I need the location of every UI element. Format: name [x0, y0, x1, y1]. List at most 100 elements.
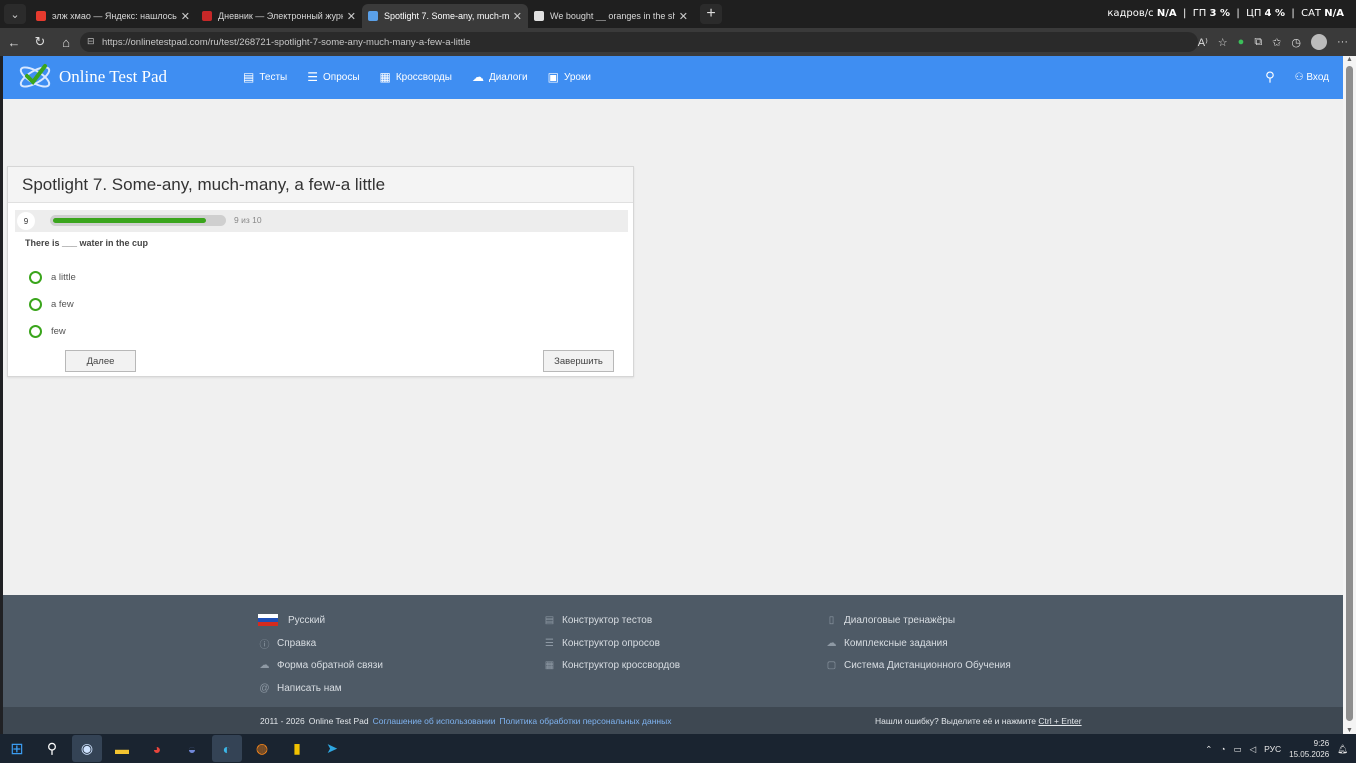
menu-item-crosswords[interactable]: ▦ Кроссворды: [380, 70, 452, 84]
user-icon: ⚇: [1294, 71, 1304, 83]
vpn-lock-icon[interactable]: ▮: [282, 735, 312, 762]
notifications-icon[interactable]: 🔔︎: [1337, 744, 1348, 755]
radio-button[interactable]: [29, 325, 42, 338]
close-icon[interactable]: ✕: [347, 10, 356, 23]
close-icon[interactable]: ✕: [181, 10, 190, 23]
footer-link-survey-builder[interactable]: ☰ Конструктор опросов: [543, 632, 680, 655]
extension-icon[interactable]: ●: [1238, 36, 1245, 48]
footer-link-lms[interactable]: ▢ Система Дистанционного Обучения: [825, 654, 1011, 677]
gpu-label: ГП: [1192, 8, 1207, 19]
browser-tab-active[interactable]: Spotlight 7. Some-any, much-man ✕: [362, 4, 528, 28]
close-icon[interactable]: ✕: [679, 10, 688, 23]
menu-label: Диалоги: [488, 71, 528, 83]
finish-button[interactable]: Завершить: [543, 350, 614, 372]
survey-icon: ☰: [307, 70, 318, 84]
search-icon[interactable]: ⚲: [1265, 69, 1275, 85]
browser-tab[interactable]: Дневник — Электронный журнал ✕: [196, 4, 362, 28]
clock-time: 9:26: [1313, 739, 1330, 748]
cpu-label: ЦП: [1246, 8, 1262, 19]
copyright-years: 2011 - 2026: [260, 716, 305, 726]
footer-link-trainers[interactable]: ▯ Диалоговые тренажёры: [825, 609, 1011, 632]
browser-actions: A⁾ ☆ ● ⧉ ✩ ◷ ···: [1198, 32, 1348, 52]
edge-icon[interactable]: ◐: [212, 735, 242, 762]
scroll-up-icon[interactable]: ▲: [1346, 56, 1353, 63]
page-scrollbar[interactable]: ▲ ▼: [1343, 56, 1356, 734]
footer-label: Диалоговые тренажёры: [844, 614, 956, 626]
browser-tab[interactable]: элж хмао — Яндекс: нашлось 34 ✕: [30, 4, 196, 28]
login-link[interactable]: ⚇ Вход: [1295, 72, 1329, 83]
menu-item-surveys[interactable]: ☰ Опросы: [307, 70, 359, 84]
footer-label: Форма обратной связи: [277, 660, 383, 672]
read-aloud-icon[interactable]: A⁾: [1198, 36, 1208, 49]
footer-link-language[interactable]: Русский: [258, 609, 383, 632]
scroll-down-icon[interactable]: ▼: [1346, 727, 1353, 734]
discord-icon[interactable]: ◒: [177, 735, 207, 762]
footer-column-1: Русский ⓘ Справка ☁ Форма обратной связи…: [258, 609, 383, 700]
new-tab-button[interactable]: +: [700, 4, 722, 24]
test-card: Spotlight 7. Some-any, much-many, a few-…: [7, 166, 634, 377]
browser-toolbar: ← ↻ ⌂ ⊟ https://onlinetestpad.com/ru/tes…: [0, 28, 1356, 56]
monitor-icon[interactable]: ▭: [1234, 744, 1242, 755]
language-indicator[interactable]: РУС: [1264, 744, 1281, 754]
radio-button[interactable]: [29, 298, 42, 311]
answer-option[interactable]: a few: [29, 291, 76, 318]
menu-item-tests[interactable]: ▤ Тесты: [243, 70, 287, 84]
onlinetestpad-favicon-icon: [368, 11, 378, 21]
answer-list: a little a few few: [29, 264, 76, 345]
history-icon[interactable]: ◷: [1291, 36, 1301, 49]
footer-label: Написать нам: [277, 682, 342, 694]
close-icon[interactable]: ✕: [513, 10, 522, 23]
back-icon[interactable]: ←: [2, 30, 26, 54]
windows-start-icon[interactable]: ⊞: [2, 735, 32, 762]
site-info-icon[interactable]: ⊟: [87, 36, 95, 47]
shortcut-text: Ctrl + Enter: [1038, 716, 1082, 726]
profile-avatar[interactable]: [1311, 34, 1327, 50]
answer-option[interactable]: few: [29, 318, 76, 345]
footer-link-complex-tasks[interactable]: ☁ Комплексные задания: [825, 632, 1011, 655]
page-favicon-icon: [534, 11, 544, 21]
survey-icon: ☰: [545, 637, 554, 649]
page-viewport: Online Test Pad ▤ Тесты ☰ Опросы ▦ Кросс…: [3, 56, 1343, 734]
menu-item-dialogs[interactable]: ☁ Диалоги: [472, 70, 528, 84]
extensions-puzzle-icon[interactable]: ⧉: [1254, 36, 1262, 49]
footer-column-2: ▤ Конструктор тестов ☰ Конструктор опрос…: [543, 609, 680, 677]
home-icon[interactable]: ⌂: [54, 30, 78, 54]
file-explorer-icon[interactable]: ▬: [107, 735, 137, 762]
footer-link-crossword-builder[interactable]: ▦ Конструктор кроссвордов: [543, 654, 680, 677]
chevron-down-icon[interactable]: ⌄: [4, 4, 26, 24]
tab-title: Spotlight 7. Some-any, much-man: [384, 11, 509, 21]
chrome-icon[interactable]: ◕: [142, 735, 172, 762]
volume-icon[interactable]: ◁: [1250, 744, 1257, 755]
more-menu-icon[interactable]: ···: [1337, 36, 1348, 48]
network-icon[interactable]: ◔: [1220, 744, 1225, 754]
answer-option[interactable]: a little: [29, 264, 76, 291]
footer-link-write-us[interactable]: @ Написать нам: [258, 677, 383, 700]
footer-label: Конструктор опросов: [562, 637, 660, 649]
gpu-value: 3 %: [1209, 8, 1230, 19]
footer-link-test-builder[interactable]: ▤ Конструктор тестов: [543, 609, 680, 632]
scrollbar-thumb[interactable]: [1346, 66, 1353, 721]
footer-link-feedback[interactable]: ☁ Форма обратной связи: [258, 654, 383, 677]
terms-link[interactable]: Соглашение об использовании: [373, 716, 496, 726]
site-logo[interactable]: Online Test Pad: [17, 60, 167, 94]
telegram-icon[interactable]: ➤: [317, 735, 347, 762]
address-bar[interactable]: ⊟ https://onlinetestpad.com/ru/test/2687…: [80, 32, 1198, 52]
next-button[interactable]: Далее: [65, 350, 136, 372]
favorite-star-icon[interactable]: ☆: [1218, 36, 1228, 49]
browser-tab[interactable]: We bought __ oranges in the shop ✕: [528, 4, 694, 28]
site-header: Online Test Pad ▤ Тесты ☰ Опросы ▦ Кросс…: [3, 56, 1343, 99]
tray-chevron-up-icon[interactable]: ⌃: [1205, 744, 1212, 755]
steam-icon[interactable]: ◉: [72, 735, 102, 762]
radio-button[interactable]: [29, 271, 42, 284]
clock[interactable]: 9:26 15.05.2026: [1289, 738, 1329, 760]
progress-label: 9 из 10: [234, 215, 262, 225]
footer-link-help[interactable]: ⓘ Справка: [258, 632, 383, 655]
question-text: There is ___ water in the cup: [25, 238, 149, 248]
menu-item-lessons[interactable]: ▣ Уроки: [548, 70, 591, 84]
privacy-link[interactable]: Политика обработки персональных данных: [500, 716, 672, 726]
search-icon[interactable]: ⚲: [37, 735, 67, 762]
yandex-favicon-icon: [36, 11, 46, 21]
firefox-icon[interactable]: ◍: [247, 735, 277, 762]
reload-icon[interactable]: ↻: [28, 30, 52, 54]
favorites-icon[interactable]: ✩: [1272, 36, 1281, 49]
